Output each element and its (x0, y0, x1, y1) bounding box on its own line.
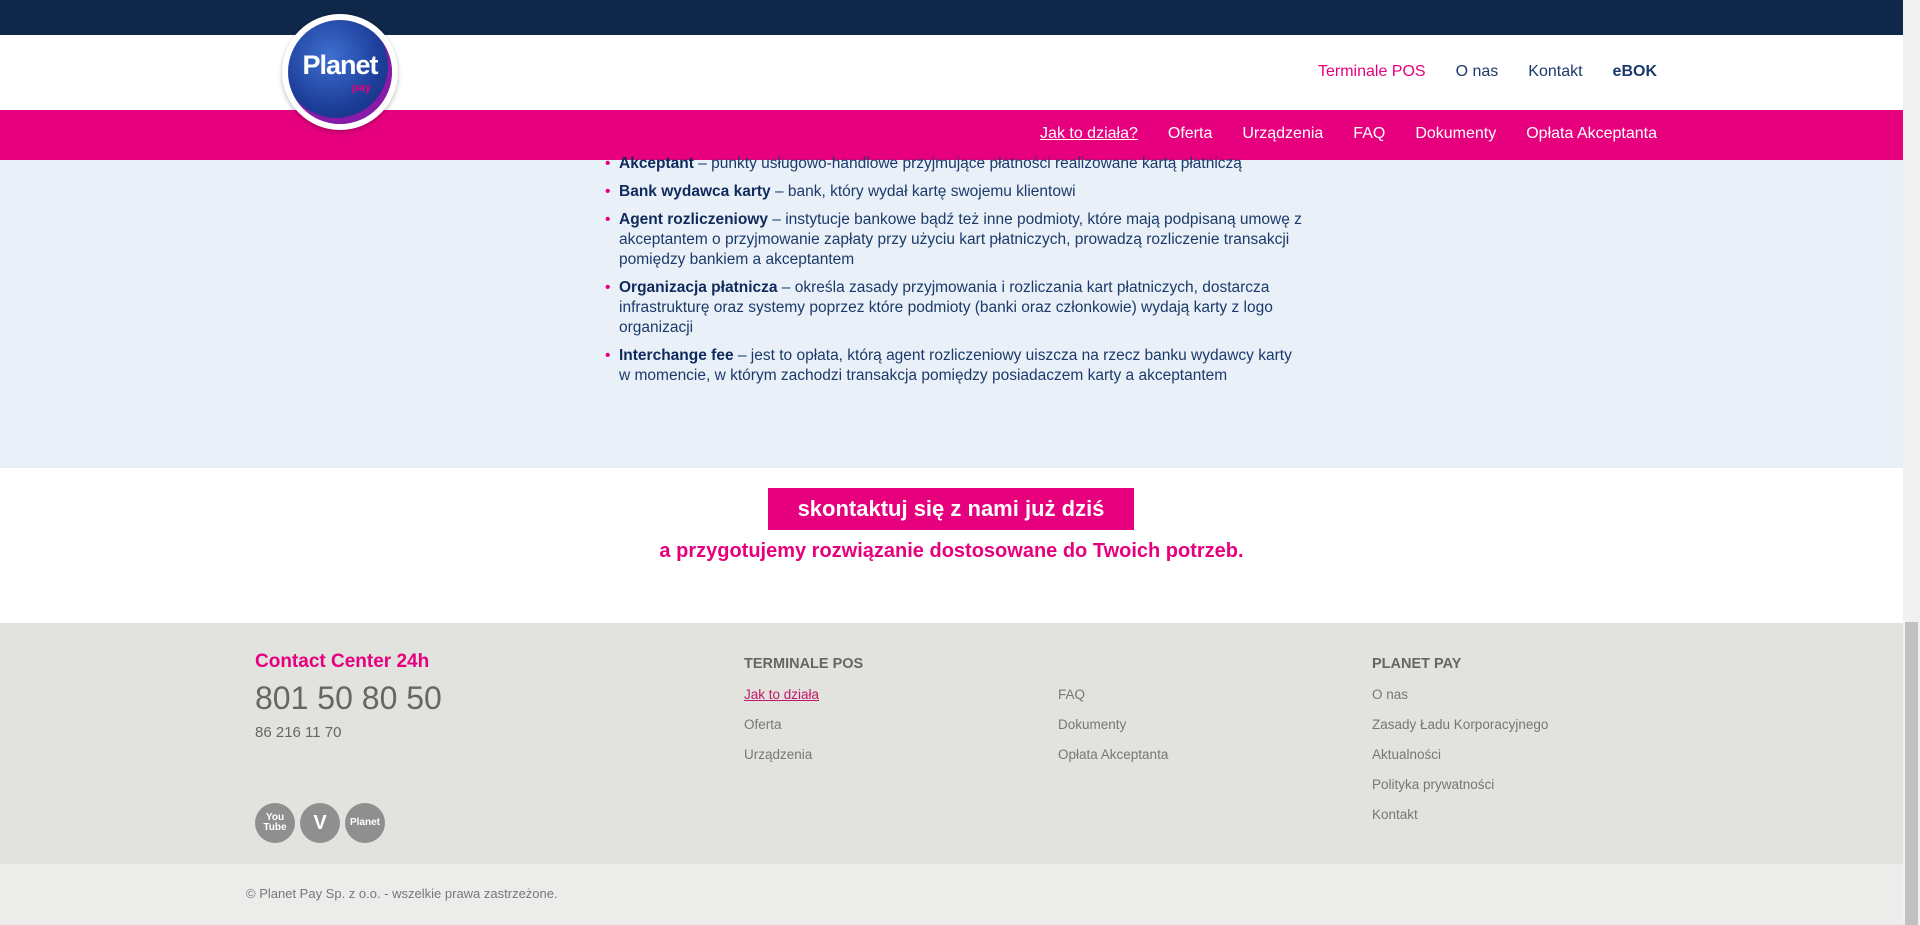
footer-link-item: O nas (1372, 687, 1548, 717)
footer-link-o-nas[interactable]: O nas (1372, 687, 1408, 702)
glossary-term: Bank wydawca karty (619, 183, 771, 200)
footer-col-planet-links: O nas Zasady Ładu Korporacyjnego Aktualn… (1372, 687, 1548, 837)
logo-sub: pay (352, 82, 371, 94)
nav-kontakt[interactable]: Kontakt (1528, 63, 1582, 81)
glossary-item: Organizacja płatnicza – określa zasady p… (605, 278, 1305, 338)
footer-link-item: Urządzenia (744, 747, 819, 777)
youtube-icon[interactable]: You Tube (255, 803, 295, 843)
footer-link-item: Jak to działa (744, 687, 819, 717)
subnav-faq[interactable]: FAQ (1353, 125, 1385, 143)
top-strip (0, 0, 1903, 35)
glossary-term: Organizacja płatnicza (619, 279, 778, 296)
glossary-item: Interchange fee – jest to opłata, którą … (605, 346, 1305, 386)
glossary-term: Agent rozliczeniowy (619, 211, 768, 228)
footer-link-item: Dokumenty (1058, 717, 1168, 747)
contact-phone[interactable]: 801 50 80 50 (255, 680, 442, 717)
glossary-text: – bank, który wydał kartę swojemu klient… (770, 183, 1076, 200)
planet-cash-icon[interactable]: Planet (345, 803, 385, 843)
planet-pay-logo[interactable]: Planet pay (282, 14, 398, 130)
footer-link-item: Oferta (744, 717, 819, 747)
footer-col-info-links: FAQ Dokumenty Opłata Akceptanta (1058, 687, 1168, 777)
glossary-item: Bank wydawca karty – bank, który wydał k… (605, 182, 1305, 202)
footer-link-jak-to-dziala[interactable]: Jak to działa (744, 687, 819, 702)
page-scrollbar[interactable] (1903, 0, 1920, 925)
footer-link-aktualnosci[interactable]: Aktualności (1372, 747, 1441, 762)
subnav-urzadzenia[interactable]: Urządzenia (1242, 125, 1323, 143)
footer-link-faq[interactable]: FAQ (1058, 687, 1085, 702)
footer-link-item: Kontakt (1372, 807, 1548, 837)
glossary-term: Akceptant (619, 155, 694, 172)
footer-link-item: Opłata Akceptanta (1058, 747, 1168, 777)
footer-link-item: Polityka prywatności (1372, 777, 1548, 807)
nav-ebok[interactable]: eBOK (1613, 63, 1657, 81)
footer-link-zasady[interactable]: Zasady Ładu Korporacyjnego (1372, 717, 1548, 732)
glossary-text: – punkty usługowo-handlowe przyjmujące p… (693, 155, 1242, 172)
nav-terminale-pos[interactable]: Terminale POS (1318, 63, 1426, 81)
social-links: You Tube V Planet (255, 803, 385, 843)
footer-link-item: Aktualności (1372, 747, 1548, 777)
logo-globe: Planet pay (288, 20, 392, 124)
footer-link-urzadzenia[interactable]: Urządzenia (744, 747, 812, 762)
sub-nav: Jak to działa? Oferta Urządzenia FAQ Dok… (1040, 125, 1657, 143)
glossary-item: Akceptant – punkty usługowo-handlowe prz… (605, 154, 1305, 174)
subnav-jak-to-dziala[interactable]: Jak to działa? (1040, 125, 1138, 143)
nav-o-nas[interactable]: O nas (1456, 63, 1499, 81)
footer-col-terminale-title: TERMINALE POS (744, 656, 864, 672)
contact-phone-alt[interactable]: 86 216 11 70 (255, 724, 341, 741)
footer-link-dokumenty[interactable]: Dokumenty (1058, 717, 1126, 732)
glossary-list: Akceptant – punkty usługowo-handlowe prz… (605, 154, 1305, 394)
glossary-term: Interchange fee (619, 347, 734, 364)
footer-col-terminale-links: Jak to działa Oferta Urządzenia (744, 687, 819, 777)
subnav-oplata-akceptanta[interactable]: Opłata Akceptanta (1526, 125, 1657, 143)
footer-link-kontakt[interactable]: Kontakt (1372, 807, 1418, 822)
glossary-item: Agent rozliczeniowy – instytucje bankowe… (605, 210, 1305, 270)
copyright-text: © Planet Pay Sp. z o.o. - wszelkie prawa… (246, 886, 558, 901)
footer-col-planet-title: PLANET PAY (1372, 656, 1462, 672)
footer-link-item: FAQ (1058, 687, 1168, 717)
top-nav: Terminale POS O nas Kontakt eBOK (1318, 63, 1657, 81)
glossary-section: Akceptant – punkty usługowo-handlowe prz… (0, 154, 1903, 468)
v-logo-icon[interactable]: V (300, 803, 340, 843)
footer-link-polityka[interactable]: Polityka prywatności (1372, 777, 1494, 792)
contact-cta-button[interactable]: skontaktuj się z nami już dziś (768, 488, 1134, 530)
subnav-dokumenty[interactable]: Dokumenty (1415, 125, 1496, 143)
logo-text: Planet (302, 50, 378, 80)
cta-subtitle: a przygotujemy rozwiązanie dostosowane d… (659, 540, 1244, 562)
subnav-oferta[interactable]: Oferta (1168, 125, 1212, 143)
contact-center-title: Contact Center 24h (255, 651, 430, 672)
scrollbar-thumb[interactable] (1905, 622, 1918, 925)
footer-link-item: Zasady Ładu Korporacyjnego (1372, 717, 1548, 747)
footer-link-oferta[interactable]: Oferta (744, 717, 782, 732)
footer-link-oplata-akceptanta[interactable]: Opłata Akceptanta (1058, 747, 1168, 762)
